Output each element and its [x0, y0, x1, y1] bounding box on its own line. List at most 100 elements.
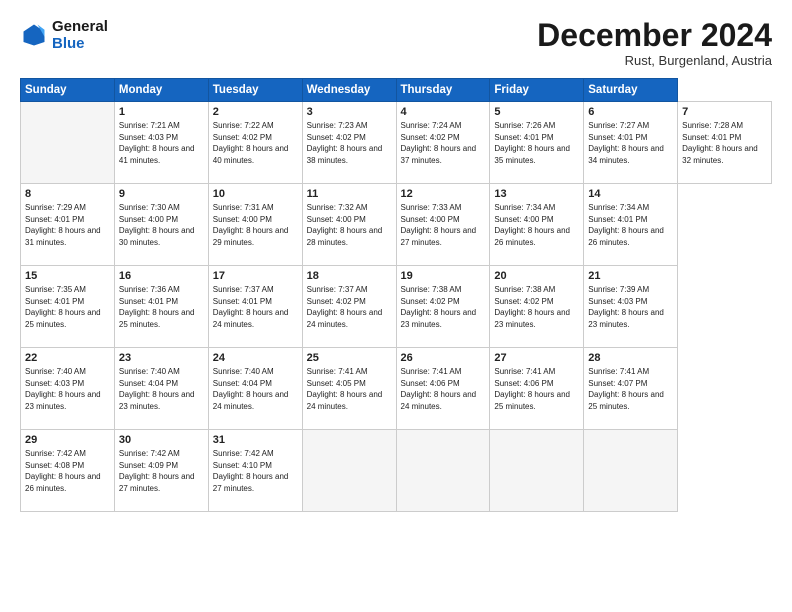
calendar-cell: 26 Sunrise: 7:41 AMSunset: 4:06 PMDayligh…	[396, 348, 490, 430]
day-number: 19	[401, 270, 486, 282]
day-info: Sunrise: 7:34 AMSunset: 4:01 PMDaylight:…	[588, 202, 673, 248]
day-number: 17	[213, 270, 298, 282]
weekday-header-cell: Thursday	[396, 79, 490, 102]
calendar-cell: 13 Sunrise: 7:34 AMSunset: 4:00 PMDayligh…	[490, 184, 584, 266]
day-info: Sunrise: 7:32 AMSunset: 4:00 PMDaylight:…	[307, 202, 392, 248]
day-number: 27	[494, 352, 579, 364]
calendar-cell	[584, 430, 678, 512]
calendar-cell: 4Sunrise: 7:24 AMSunset: 4:02 PMDaylight…	[396, 102, 490, 184]
day-info: Sunrise: 7:38 AMSunset: 4:02 PMDaylight:…	[494, 284, 579, 330]
day-number: 18	[307, 270, 392, 282]
day-info: Sunrise: 7:42 AMSunset: 4:09 PMDaylight:…	[119, 448, 204, 494]
calendar-cell: 23 Sunrise: 7:40 AMSunset: 4:04 PMDayligh…	[114, 348, 208, 430]
calendar-cell	[396, 430, 490, 512]
day-number: 29	[25, 434, 110, 446]
day-info: Sunrise: 7:40 AMSunset: 4:04 PMDaylight:…	[119, 366, 204, 412]
calendar-cell: 28Sunrise: 7:41 AMSunset: 4:07 PMDayligh…	[584, 348, 678, 430]
calendar-cell: 5 Sunrise: 7:26 AMSunset: 4:01 PMDaylight…	[490, 102, 584, 184]
header: General Blue December 2024 Rust, Burgenl…	[20, 18, 772, 68]
day-info: Sunrise: 7:26 AMSunset: 4:01 PMDaylight:…	[494, 120, 579, 166]
calendar: SundayMondayTuesdayWednesdayThursdayFrid…	[20, 78, 772, 512]
calendar-cell: 8Sunrise: 7:29 AMSunset: 4:01 PMDaylight…	[21, 184, 115, 266]
calendar-cell: 22 Sunrise: 7:40 AMSunset: 4:03 PMDayligh…	[21, 348, 115, 430]
day-number: 6	[588, 106, 673, 118]
title-block: December 2024 Rust, Burgenland, Austria	[537, 18, 772, 68]
empty-cell	[21, 102, 115, 184]
calendar-cell: 19 Sunrise: 7:38 AMSunset: 4:02 PMDayligh…	[396, 266, 490, 348]
calendar-cell: 30Sunrise: 7:42 AMSunset: 4:09 PMDayligh…	[114, 430, 208, 512]
day-info: Sunrise: 7:41 AMSunset: 4:06 PMDaylight:…	[494, 366, 579, 412]
calendar-cell: 2 Sunrise: 7:22 AMSunset: 4:02 PMDaylight…	[208, 102, 302, 184]
weekday-header-cell: Monday	[114, 79, 208, 102]
day-number: 1	[119, 106, 204, 118]
day-number: 2	[213, 106, 298, 118]
weekday-header-cell: Tuesday	[208, 79, 302, 102]
day-number: 12	[401, 188, 486, 200]
calendar-cell	[490, 430, 584, 512]
calendar-cell: 7Sunrise: 7:28 AMSunset: 4:01 PMDaylight…	[678, 102, 772, 184]
calendar-cell: 25Sunrise: 7:41 AMSunset: 4:05 PMDayligh…	[302, 348, 396, 430]
day-info: Sunrise: 7:42 AMSunset: 4:08 PMDaylight:…	[25, 448, 110, 494]
day-number: 21	[588, 270, 673, 282]
calendar-cell: 3 Sunrise: 7:23 AMSunset: 4:02 PMDaylight…	[302, 102, 396, 184]
day-number: 25	[307, 352, 392, 364]
day-number: 22	[25, 352, 110, 364]
day-number: 10	[213, 188, 298, 200]
calendar-cell: 20 Sunrise: 7:38 AMSunset: 4:02 PMDayligh…	[490, 266, 584, 348]
weekday-header-cell: Sunday	[21, 79, 115, 102]
day-info: Sunrise: 7:36 AMSunset: 4:01 PMDaylight:…	[119, 284, 204, 330]
calendar-cell: 29 Sunrise: 7:42 AMSunset: 4:08 PMDayligh…	[21, 430, 115, 512]
day-number: 13	[494, 188, 579, 200]
day-info: Sunrise: 7:33 AMSunset: 4:00 PMDaylight:…	[401, 202, 486, 248]
day-number: 14	[588, 188, 673, 200]
day-number: 5	[494, 106, 579, 118]
calendar-cell: 18 Sunrise: 7:37 AMSunset: 4:02 PMDayligh…	[302, 266, 396, 348]
logo: General Blue	[20, 18, 108, 53]
day-info: Sunrise: 7:41 AMSunset: 4:06 PMDaylight:…	[401, 366, 486, 412]
day-info: Sunrise: 7:37 AMSunset: 4:01 PMDaylight:…	[213, 284, 298, 330]
day-info: Sunrise: 7:21 AMSunset: 4:03 PMDaylight:…	[119, 120, 204, 166]
calendar-cell: 10 Sunrise: 7:31 AMSunset: 4:00 PMDayligh…	[208, 184, 302, 266]
day-info: Sunrise: 7:42 AMSunset: 4:10 PMDaylight:…	[213, 448, 298, 494]
calendar-cell: 11 Sunrise: 7:32 AMSunset: 4:00 PMDayligh…	[302, 184, 396, 266]
day-info: Sunrise: 7:29 AMSunset: 4:01 PMDaylight:…	[25, 202, 110, 248]
day-info: Sunrise: 7:35 AMSunset: 4:01 PMDaylight:…	[25, 284, 110, 330]
day-number: 26	[401, 352, 486, 364]
calendar-cell: 15 Sunrise: 7:35 AMSunset: 4:01 PMDayligh…	[21, 266, 115, 348]
calendar-cell: 6Sunrise: 7:27 AMSunset: 4:01 PMDaylight…	[584, 102, 678, 184]
day-info: Sunrise: 7:37 AMSunset: 4:02 PMDaylight:…	[307, 284, 392, 330]
calendar-cell: 31 Sunrise: 7:42 AMSunset: 4:10 PMDayligh…	[208, 430, 302, 512]
calendar-cell: 21 Sunrise: 7:39 AMSunset: 4:03 PMDayligh…	[584, 266, 678, 348]
calendar-cell: 1 Sunrise: 7:21 AMSunset: 4:03 PMDaylight…	[114, 102, 208, 184]
day-number: 11	[307, 188, 392, 200]
day-info: Sunrise: 7:30 AMSunset: 4:00 PMDaylight:…	[119, 202, 204, 248]
day-number: 31	[213, 434, 298, 446]
day-number: 15	[25, 270, 110, 282]
day-number: 23	[119, 352, 204, 364]
day-number: 7	[682, 106, 767, 118]
weekday-header-cell: Friday	[490, 79, 584, 102]
calendar-cell: 9 Sunrise: 7:30 AMSunset: 4:00 PMDaylight…	[114, 184, 208, 266]
subtitle: Rust, Burgenland, Austria	[537, 53, 772, 68]
day-info: Sunrise: 7:22 AMSunset: 4:02 PMDaylight:…	[213, 120, 298, 166]
day-number: 24	[213, 352, 298, 364]
day-number: 3	[307, 106, 392, 118]
day-info: Sunrise: 7:23 AMSunset: 4:02 PMDaylight:…	[307, 120, 392, 166]
logo-icon	[20, 21, 48, 49]
day-info: Sunrise: 7:34 AMSunset: 4:00 PMDaylight:…	[494, 202, 579, 248]
day-info: Sunrise: 7:39 AMSunset: 4:03 PMDaylight:…	[588, 284, 673, 330]
calendar-cell: 17 Sunrise: 7:37 AMSunset: 4:01 PMDayligh…	[208, 266, 302, 348]
day-info: Sunrise: 7:40 AMSunset: 4:03 PMDaylight:…	[25, 366, 110, 412]
day-number: 16	[119, 270, 204, 282]
day-info: Sunrise: 7:41 AMSunset: 4:07 PMDaylight:…	[588, 366, 673, 412]
day-number: 20	[494, 270, 579, 282]
weekday-header-cell: Saturday	[584, 79, 678, 102]
weekday-header-cell: Wednesday	[302, 79, 396, 102]
calendar-cell: 27 Sunrise: 7:41 AMSunset: 4:06 PMDayligh…	[490, 348, 584, 430]
day-info: Sunrise: 7:31 AMSunset: 4:00 PMDaylight:…	[213, 202, 298, 248]
calendar-cell: 24Sunrise: 7:40 AMSunset: 4:04 PMDayligh…	[208, 348, 302, 430]
day-number: 9	[119, 188, 204, 200]
page: General Blue December 2024 Rust, Burgenl…	[0, 0, 792, 612]
calendar-cell	[302, 430, 396, 512]
day-info: Sunrise: 7:38 AMSunset: 4:02 PMDaylight:…	[401, 284, 486, 330]
